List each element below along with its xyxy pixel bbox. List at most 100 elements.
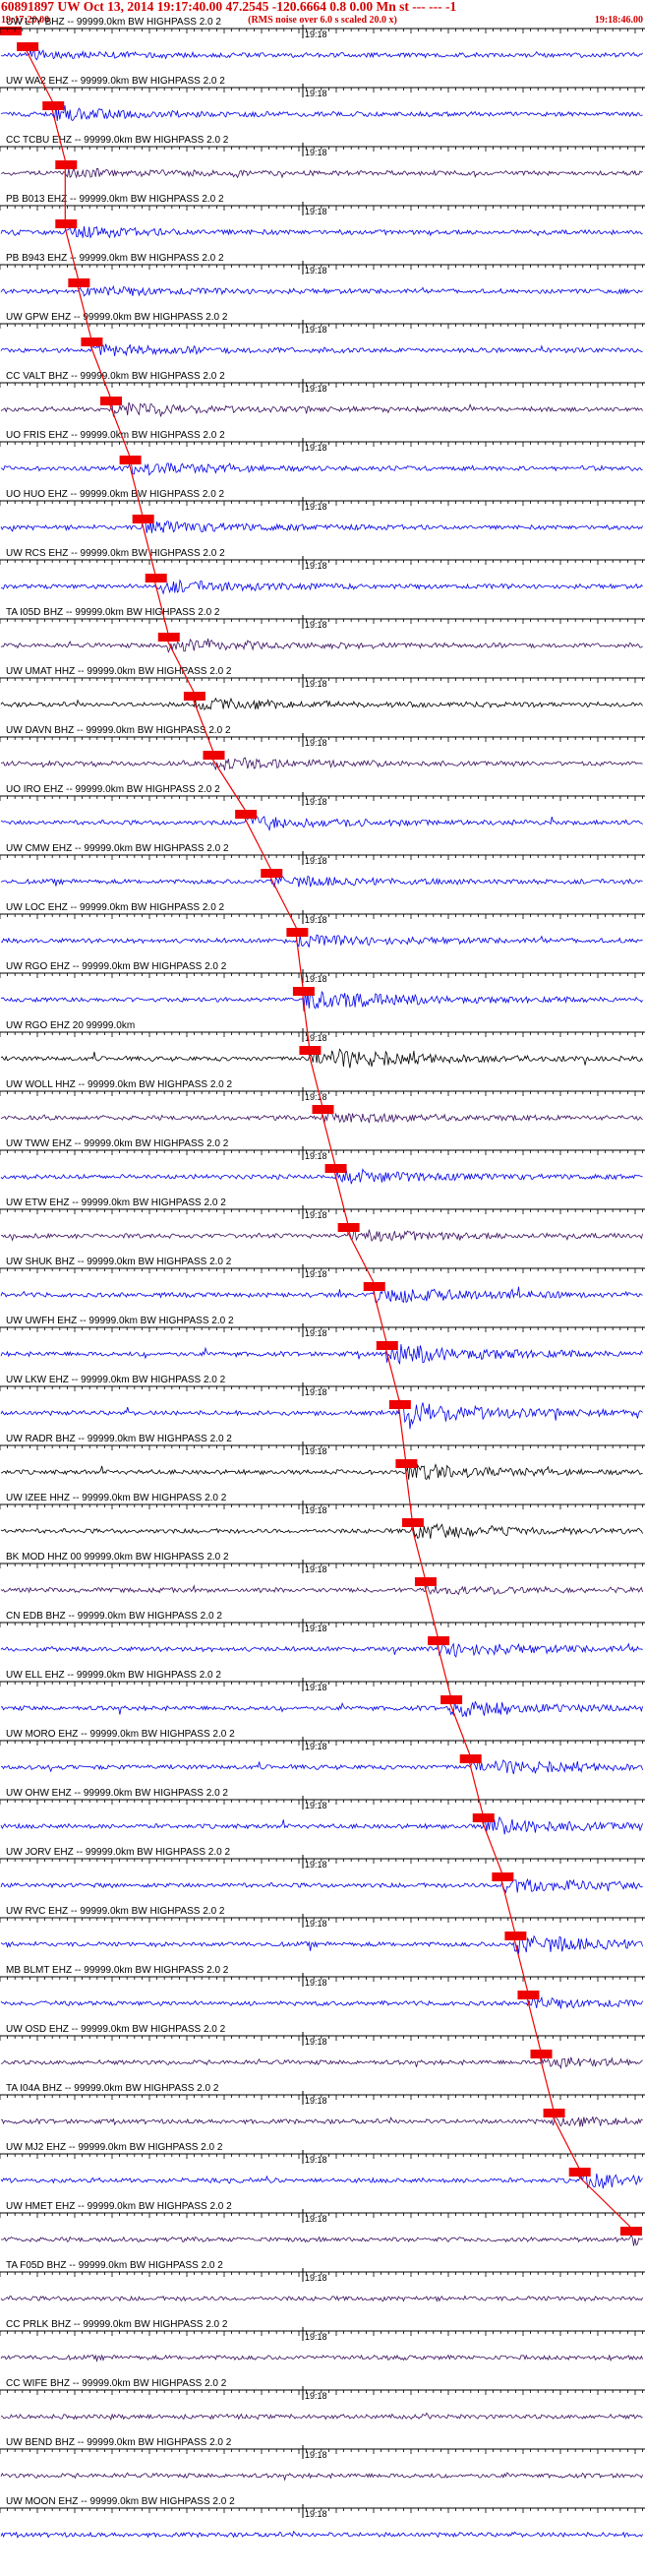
trace-label: UW IZEE HHZ -- 99999.0km BW HIGHPASS 2.0… <box>6 1493 227 1503</box>
pick-marker <box>401 1518 424 1527</box>
pick-marker <box>388 1400 411 1409</box>
trace-label: UW RGO EHZ 20 99999.0km <box>6 1020 135 1031</box>
pick-marker <box>312 1105 334 1114</box>
trace-label: UW RCS EHZ -- 99999.0km BW HIGHPASS 2.0 … <box>6 548 225 559</box>
minute-label: 19:18 <box>305 443 327 453</box>
waveform <box>0 2472 643 2482</box>
minute-label: 19:18 <box>305 2214 327 2224</box>
minute-label: 19:18 <box>305 148 327 157</box>
trace-label: MB BLMT EHZ -- 99999.0km BW HIGHPASS 2.0… <box>6 1965 229 1976</box>
trace-label: UW RVC EHZ -- 99999.0km BW HIGHPASS 2.0 … <box>6 1906 225 1917</box>
waveform <box>0 638 643 653</box>
moveout-line <box>424 1585 439 1637</box>
trace-label: UW TWW EHZ -- 99999.0km BW HIGHPASS 2.0 … <box>6 1138 229 1149</box>
minute-label: 19:18 <box>305 2273 327 2283</box>
minute-label: 19:18 <box>305 856 327 866</box>
pick-marker <box>414 1577 437 1586</box>
waveform <box>0 990 643 1012</box>
waveform <box>0 166 643 179</box>
minute-label: 19:18 <box>305 915 327 925</box>
trace-label: UW MORO EHZ -- 99999.0km BW HIGHPASS 2.0… <box>6 1729 235 1740</box>
moveout-line <box>500 1880 515 1932</box>
pick-marker <box>530 2050 553 2058</box>
trace-label: CC VALT BHZ -- 99999.0km BW HIGHPASS 2.0… <box>6 371 225 382</box>
minute-label: 19:18 <box>305 2037 327 2047</box>
trace-label: UW HMET EHZ -- 99999.0km BW HIGHPASS 2.0… <box>6 2201 232 2212</box>
minute-label: 19:18 <box>305 797 327 807</box>
minute-label: 19:18 <box>305 89 327 98</box>
pick-marker <box>157 633 180 642</box>
minute-label: 19:18 <box>305 1151 327 1161</box>
waveform <box>0 2295 643 2302</box>
trace-label: CC TCBU EHZ -- 99999.0km BW HIGHPASS 2.0… <box>6 135 229 146</box>
waveform <box>0 1228 643 1243</box>
trace-label: UW JORV EHZ -- 99999.0km BW HIGHPASS 2.0… <box>6 1847 230 1858</box>
trace-label: UW BEND BHZ -- 99999.0km BW HIGHPASS 2.0… <box>6 2437 232 2448</box>
waveform <box>0 1399 643 1430</box>
pick-marker <box>203 751 225 760</box>
minute-label: 19:18 <box>305 266 327 276</box>
trace-label: CC WIFE BHZ -- 99999.0km BW HIGHPASS 2.0… <box>6 2378 227 2389</box>
minute-label: 19:18 <box>305 2509 327 2519</box>
pick-marker <box>292 987 315 996</box>
pick-marker <box>42 101 65 110</box>
waveform <box>0 2354 643 2362</box>
waveform <box>0 1640 643 1658</box>
minute-label: 19:18 <box>305 502 327 512</box>
minute-label: 19:18 <box>305 620 327 630</box>
waveform <box>0 757 643 771</box>
minute-label: 19:18 <box>305 1210 327 1220</box>
trace-label: UW OSD EHZ -- 99999.0km BW HIGHPASS 2.0 … <box>6 2024 226 2035</box>
minute-label: 19:18 <box>305 2096 327 2106</box>
pick-marker <box>55 219 78 228</box>
pick-marker <box>324 1164 347 1173</box>
trace-label: UO FRIS EHZ -- 99999.0km BW HIGHPASS 2.0… <box>6 430 225 441</box>
minute-label: 19:18 <box>305 1269 327 1279</box>
pick-marker <box>132 515 154 523</box>
trace-label: UW CMW EHZ -- 99999.0km BW HIGHPASS 2.0 … <box>6 843 229 854</box>
minute-label: 19:18 <box>305 679 327 689</box>
trace-label: BK MOD HHZ 00 99999.0km BW HIGHPASS 2.0 … <box>6 1552 229 1563</box>
pick-marker <box>119 456 142 464</box>
waveform <box>0 814 643 832</box>
trace-stack: 19:18 UW LTY BHZ -- 99999.0km BW HIGHPASS… <box>0 17 645 2539</box>
waveform <box>0 2173 643 2189</box>
trace-label: UW MJ2 EHZ -- 99999.0km BW HIGHPASS 2.0 … <box>6 2142 223 2153</box>
minute-label: 19:18 <box>305 1624 327 1633</box>
moveout-line <box>437 1644 451 1696</box>
pick-marker <box>363 1282 385 1291</box>
moveout-line <box>469 1762 484 1814</box>
waveform <box>0 520 643 533</box>
trace-label: UW MOON EHZ -- 99999.0km BW HIGHPASS 2.0… <box>6 2496 235 2507</box>
trace-label: UW OHW EHZ -- 99999.0km BW HIGHPASS 2.0 … <box>6 1788 228 1799</box>
waveform <box>0 1344 643 1365</box>
pick-marker <box>619 2227 642 2236</box>
minute-label: 19:18 <box>305 1505 327 1515</box>
trace-label: UW GPW EHZ -- 99999.0km BW HIGHPASS 2.0 … <box>6 312 228 323</box>
waveform <box>0 875 643 888</box>
moveout-line <box>385 1349 400 1401</box>
trace-label: TA F05D BHZ -- 99999.0km BW HIGHPASS 2.0… <box>6 2260 223 2271</box>
trace-label: UW UWFH EHZ -- 99999.0km BW HIGHPASS 2.0… <box>6 1316 234 1326</box>
minute-label: 19:18 <box>305 1564 327 1574</box>
pick-marker <box>395 1459 418 1468</box>
waveform <box>0 579 643 595</box>
waveform <box>0 284 643 297</box>
minute-label: 19:18 <box>305 207 327 216</box>
trace-label: UW DAVN BHZ -- 99999.0km BW HIGHPASS 2.0… <box>6 725 231 736</box>
pick-marker <box>55 160 78 169</box>
minute-label: 19:18 <box>305 561 327 571</box>
waveform <box>0 2056 643 2070</box>
waveform <box>0 105 643 122</box>
minute-label: 19:18 <box>305 325 327 335</box>
pick-marker <box>568 2168 591 2177</box>
waveform <box>0 401 643 417</box>
waveform <box>0 1048 643 1069</box>
trace-label: CN EDB BHZ -- 99999.0km BW HIGHPASS 2.0 … <box>6 1611 222 1622</box>
trace-label: UW LOC EHZ -- 99999.0km BW HIGHPASS 2.0 … <box>6 902 225 913</box>
seismogram-plot: 19:18 UW LTY BHZ -- 99999.0km BW HIGHPASS… <box>0 17 645 2539</box>
waveform <box>0 2530 643 2539</box>
minute-label: 19:18 <box>305 1446 327 1456</box>
waveform <box>0 224 643 239</box>
pick-marker <box>261 869 283 878</box>
